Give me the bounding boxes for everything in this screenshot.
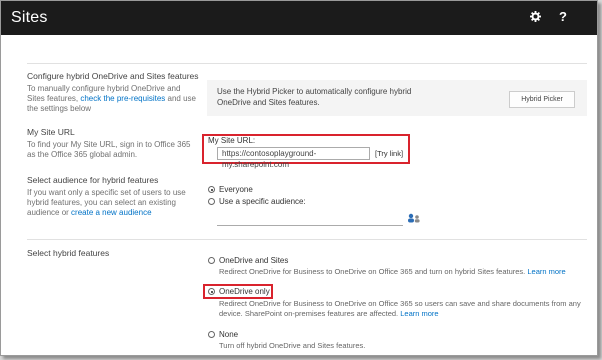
section-divider bbox=[27, 63, 587, 64]
feature-onedrive-sites-label: OneDrive and Sites bbox=[219, 256, 289, 265]
feature-none-label: None bbox=[219, 330, 239, 339]
hybrid-picker-button[interactable]: Hybrid Picker bbox=[509, 91, 575, 108]
audience-heading: Select audience for hybrid features bbox=[27, 175, 159, 185]
mysite-text: To find your My Site URL, sign in to Off… bbox=[27, 140, 191, 159]
configure-heading: Configure hybrid OneDrive and Sites feat… bbox=[27, 71, 199, 81]
people-picker-icon[interactable] bbox=[407, 213, 421, 225]
top-bar: Sites ? bbox=[1, 1, 597, 35]
learn-more-link[interactable]: Learn more bbox=[527, 267, 565, 276]
try-link[interactable]: [Try link] bbox=[375, 149, 403, 158]
feature-onedrive-only-label: OneDrive only bbox=[219, 287, 270, 296]
audience-section: Select audience for hybrid features If y… bbox=[27, 175, 199, 218]
audience-everyone-radio[interactable] bbox=[208, 186, 215, 193]
mysite-section: My Site URL To find your My Site URL, si… bbox=[27, 127, 199, 160]
feature-onedrive-sites-text: Redirect OneDrive for Business to OneDri… bbox=[219, 267, 526, 276]
hybrid-picker-panel: Use the Hybrid Picker to automatically c… bbox=[207, 80, 587, 116]
audience-everyone-label: Everyone bbox=[219, 185, 253, 194]
configure-section: Configure hybrid OneDrive and Sites feat… bbox=[27, 71, 199, 114]
feature-onedrive-only-desc: Redirect OneDrive for Business to OneDri… bbox=[219, 299, 591, 319]
prerequisites-link[interactable]: check the pre-requisites bbox=[80, 94, 165, 103]
mysite-url-input[interactable]: https://contosoplayground-my.sharepoint.… bbox=[217, 147, 370, 169]
feature-none-desc: Turn off hybrid OneDrive and Sites featu… bbox=[219, 341, 366, 350]
audience-input[interactable] bbox=[217, 212, 403, 226]
feature-onedrive-sites-desc: Redirect OneDrive for Business to OneDri… bbox=[219, 267, 589, 277]
hybrid-picker-text: Use the Hybrid Picker to automatically c… bbox=[217, 87, 412, 107]
learn-more-link[interactable]: Learn more bbox=[400, 309, 438, 318]
section-divider bbox=[27, 239, 587, 240]
features-section: Select hybrid features bbox=[27, 248, 199, 261]
mysite-field-label: My Site URL: bbox=[208, 136, 256, 145]
create-audience-link[interactable]: create a new audience bbox=[71, 208, 152, 217]
page-title: Sites bbox=[11, 9, 48, 26]
feature-onedrive-sites-radio[interactable] bbox=[208, 257, 215, 264]
audience-specific-radio[interactable] bbox=[208, 198, 215, 205]
feature-none-radio[interactable] bbox=[208, 331, 215, 338]
audience-specific-label: Use a specific audience: bbox=[219, 197, 306, 206]
mysite-heading: My Site URL bbox=[27, 127, 75, 137]
feature-onedrive-only-radio[interactable] bbox=[208, 288, 215, 295]
central-admin-window: Sites ? Configure hybrid OneDrive and Si… bbox=[0, 0, 598, 356]
question-mark-icon[interactable]: ? bbox=[555, 9, 571, 24]
features-heading: Select hybrid features bbox=[27, 248, 110, 258]
gear-icon[interactable] bbox=[527, 9, 543, 25]
